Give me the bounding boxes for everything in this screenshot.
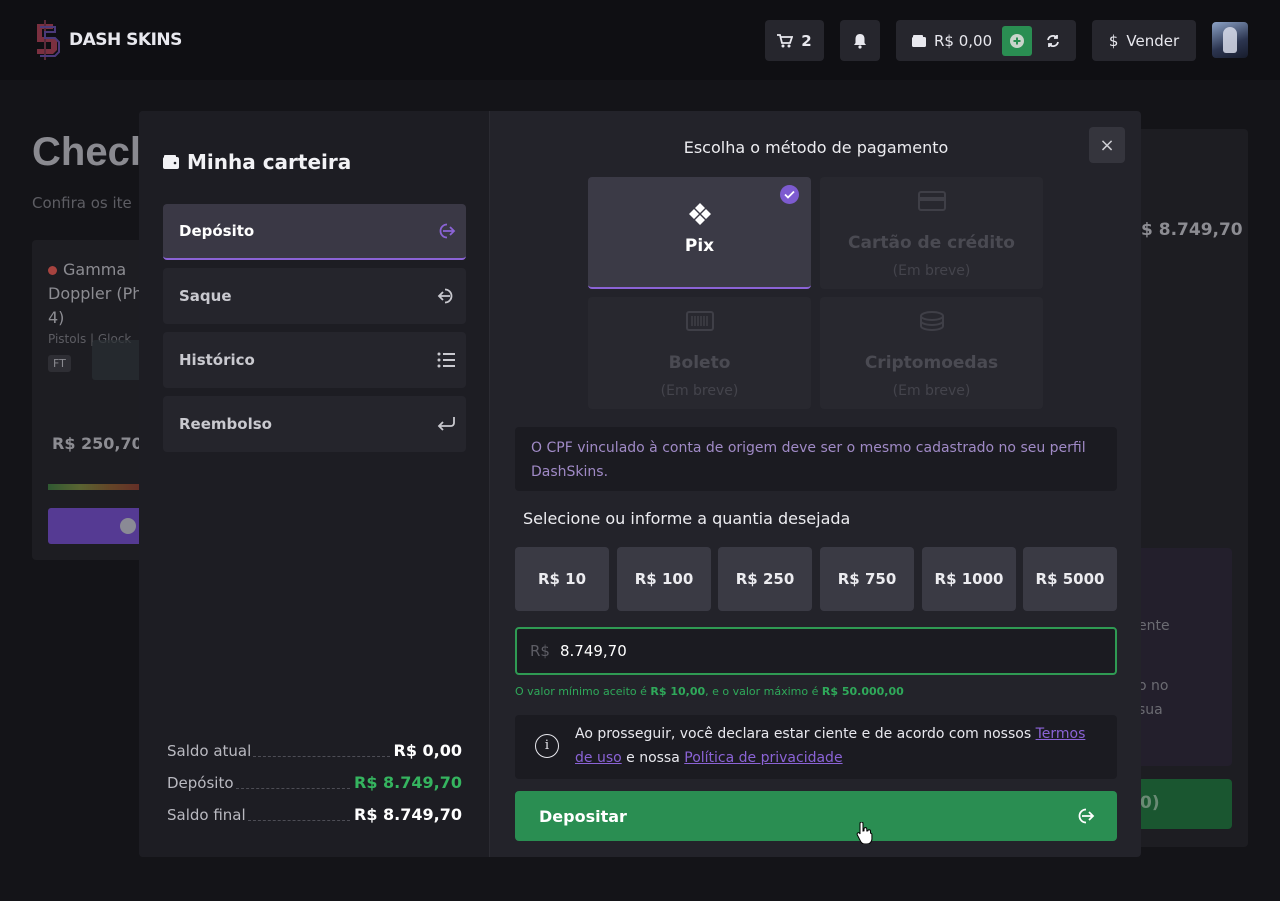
info-text: o no [1138, 678, 1169, 694]
amount-button-1000[interactable]: R$ 1000 [922, 547, 1016, 611]
method-name: Boleto [668, 353, 731, 373]
close-icon: × [1099, 134, 1115, 156]
cart-count: 2 [801, 31, 812, 50]
deposit-button[interactable]: Depositar [515, 791, 1117, 841]
deposit-button-label: Depositar [539, 806, 627, 826]
privacy-link[interactable]: Política de privacidade [684, 750, 842, 766]
plus-circle-icon [1010, 33, 1025, 48]
menu-item-reembolso[interactable]: Reembolso [163, 396, 466, 452]
page-title: Checl [32, 130, 141, 174]
item-price: R$ 250,70 [52, 434, 143, 453]
login-arrow-icon [1078, 808, 1095, 824]
info-text: ente [1138, 618, 1170, 634]
method-status: (Em breve) [660, 383, 739, 399]
menu-item-label: Saque [179, 287, 232, 305]
status-dot [48, 266, 57, 275]
summary-final-balance: Saldo final R$ 8.749,70 [167, 805, 462, 824]
check-icon [120, 518, 136, 534]
cart-icon [777, 33, 794, 47]
payment-method-title: Escolha o método de pagamento [683, 138, 949, 157]
return-icon [437, 417, 455, 431]
menu-item-deposito[interactable]: Depósito [163, 204, 466, 260]
avatar[interactable] [1212, 22, 1248, 58]
pix-icon [588, 202, 811, 226]
method-name: Criptomoedas [864, 353, 999, 373]
wear-bar [48, 484, 152, 490]
method-status: (Em breve) [892, 263, 971, 279]
method-status: (Em breve) [892, 383, 971, 399]
method-credit-card: Cartão de crédito (Em breve) [820, 177, 1043, 289]
cart-button[interactable]: 2 [765, 20, 824, 61]
wallet-icon [912, 34, 926, 47]
item-action-button[interactable] [48, 508, 152, 544]
deposit-icon [439, 223, 456, 239]
close-button[interactable]: × [1089, 127, 1125, 163]
amount-limits-hint: O valor mínimo aceito é R$ 10,00, e o va… [515, 685, 904, 698]
menu-item-saque[interactable]: Saque [163, 268, 466, 324]
method-crypto: Criptomoedas (Em breve) [820, 297, 1043, 409]
logo-icon [31, 18, 63, 62]
currency-prefix: R$ [530, 642, 550, 660]
page-subtitle: Confira os ite [32, 194, 132, 212]
wallet-sidebar: Minha carteira Depósito Saque Histórico … [139, 111, 490, 857]
amount-label: Selecione ou informe a quantia desejada [523, 509, 851, 528]
terms-notice: i Ao prosseguir, você declara estar cien… [515, 715, 1117, 779]
withdraw-icon [437, 288, 453, 304]
refresh-icon[interactable] [1046, 34, 1060, 48]
menu-item-label: Reembolso [179, 415, 272, 433]
sell-label: Vender [1126, 31, 1180, 50]
info-icon: i [535, 734, 559, 758]
notifications-button[interactable] [840, 20, 880, 61]
amount-button-10[interactable]: R$ 10 [515, 547, 609, 611]
hand-cursor-icon [856, 822, 873, 844]
cpf-notice: O CPF vinculado à conta de origem deve s… [515, 427, 1117, 491]
top-navbar: DASH SKINS 2 R$ 0,00 $ Vender [0, 0, 1280, 80]
method-name: Cartão de crédito [848, 233, 1015, 253]
menu-item-label: Depósito [179, 222, 255, 240]
summary-deposit: Depósito R$ 8.749,70 [167, 773, 462, 792]
add-funds-button[interactable] [1002, 25, 1033, 56]
menu-item-label: Histórico [179, 351, 255, 369]
coins-icon [820, 311, 1043, 331]
dollar-icon: $ [1108, 31, 1119, 50]
amount-input[interactable]: R$ 8.749,70 [515, 627, 1117, 675]
order-total: $ 8.749,70 [1141, 220, 1243, 240]
amount-button-100[interactable]: R$ 100 [617, 547, 711, 611]
amount-button-250[interactable]: R$ 250 [718, 547, 812, 611]
method-name: Pix [684, 236, 715, 256]
bell-icon [854, 33, 866, 49]
balance-amount: R$ 0,00 [934, 31, 993, 50]
credit-card-icon [820, 191, 1043, 211]
amount-button-750[interactable]: R$ 750 [820, 547, 914, 611]
summary-current-balance: Saldo atual R$ 0,00 [167, 741, 462, 760]
list-icon [437, 352, 455, 368]
amount-button-5000[interactable]: R$ 5000 [1023, 547, 1117, 611]
balance-widget: R$ 0,00 [896, 20, 1076, 61]
wear-badge: FT [48, 355, 71, 372]
sell-button[interactable]: $ Vender [1092, 20, 1196, 61]
method-boleto: Boleto (Em breve) [588, 297, 811, 409]
barcode-icon [588, 311, 811, 331]
method-pix[interactable]: Pix [588, 177, 811, 289]
menu-item-historico[interactable]: Histórico [163, 332, 466, 388]
wallet-icon [163, 155, 179, 169]
payment-panel: Escolha o método de pagamento × Pix Cart… [491, 111, 1141, 857]
amount-value[interactable]: 8.749,70 [560, 642, 627, 660]
wallet-title: Minha carteira [163, 150, 351, 174]
cart-item-card: Gamma Doppler (Ph 4) Pistols | Glock FT … [32, 240, 162, 560]
wallet-modal: Minha carteira Depósito Saque Histórico … [139, 111, 1141, 857]
info-text: sua [1138, 702, 1163, 718]
logo-text: DASH SKINS [69, 30, 182, 50]
logo[interactable]: DASH SKINS [31, 18, 182, 62]
